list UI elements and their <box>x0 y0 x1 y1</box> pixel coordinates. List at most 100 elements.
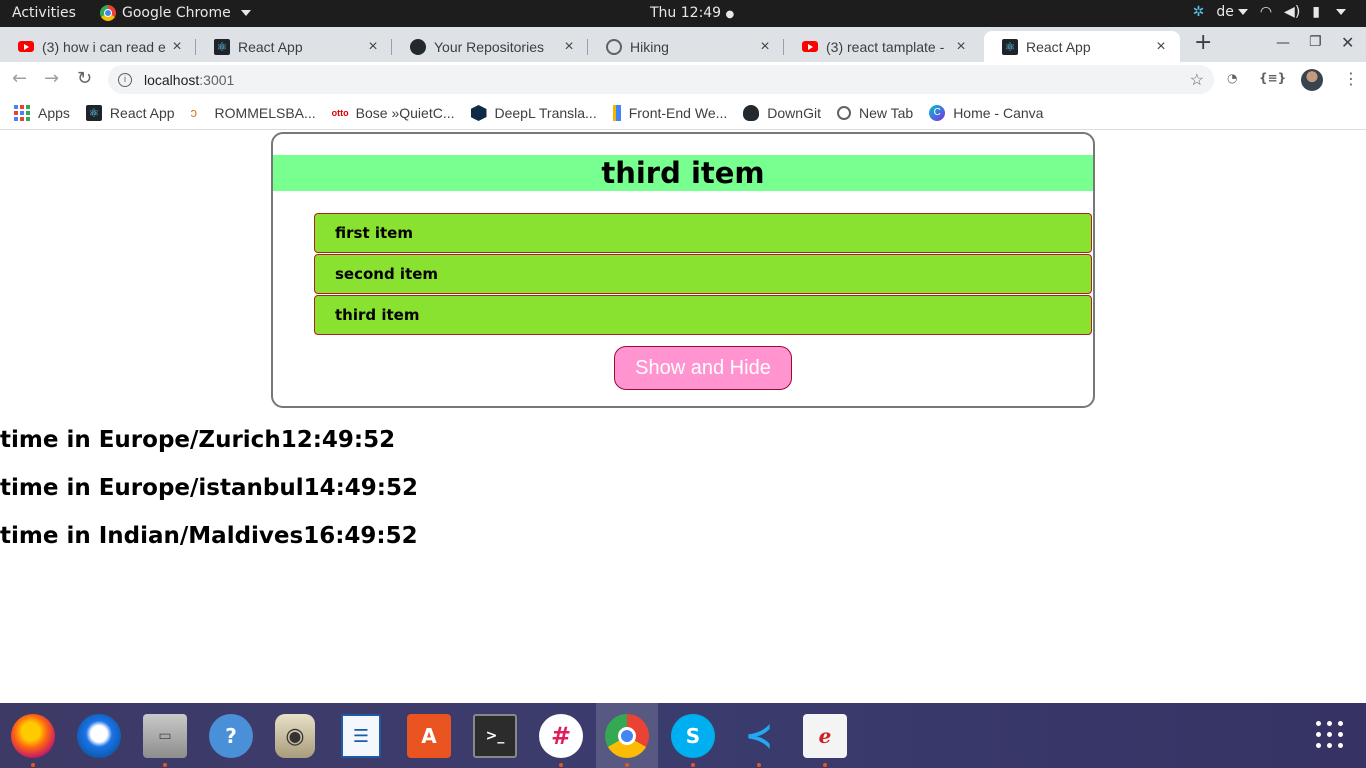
tab-hiking[interactable]: Hiking × <box>588 31 784 62</box>
bookmark-label: New Tab <box>858 105 914 121</box>
close-icon[interactable]: × <box>1152 38 1170 56</box>
bookmark-deepl[interactable]: DeepL Transla... <box>470 105 597 121</box>
show-applications-icon[interactable] <box>1316 721 1343 748</box>
bookmark-star-icon[interactable]: ☆ <box>1190 70 1204 90</box>
back-icon[interactable]: ← <box>12 68 27 89</box>
close-icon[interactable]: × <box>560 38 578 56</box>
list-item-second[interactable]: second item <box>314 254 1092 294</box>
page-content: third item first item second item third … <box>0 131 1366 703</box>
tab-react-app-1[interactable]: ⚛ React App × <box>196 31 392 62</box>
new-tab-button[interactable]: + <box>1194 30 1212 55</box>
bookmark-canva[interactable]: C Home - Canva <box>929 105 1043 121</box>
tab-label: Hiking <box>630 38 669 55</box>
bookmark-label: React App <box>109 105 175 121</box>
rhythmbox-icon[interactable]: ◉ <box>275 714 315 758</box>
software-icon[interactable]: A <box>407 714 451 758</box>
bookmark-label: DeepL Transla... <box>494 105 597 121</box>
close-icon[interactable]: × <box>952 38 970 56</box>
bookmarks-bar: Apps ⚛ React App ↄ ROMMELSBA... otto Bos… <box>0 97 1366 130</box>
react-icon: ⚛ <box>85 105 102 121</box>
profile-avatar[interactable] <box>1301 69 1323 91</box>
battery-icon[interactable]: ▮ <box>1312 4 1320 20</box>
tab-youtube-read[interactable]: (3) how i can read e × <box>0 31 196 62</box>
time-zurich: time in Europe/Zurich12:49:52 <box>0 427 396 453</box>
show-hide-button[interactable]: Show and Hide <box>614 346 792 390</box>
files-icon[interactable]: ▭ <box>143 714 187 767</box>
vscode-icon[interactable]: ≺ <box>737 714 781 767</box>
chevron-down-icon[interactable] <box>1336 9 1346 15</box>
tab-react-app-active[interactable]: ⚛ React App × <box>984 31 1180 62</box>
clock[interactable]: Thu 12:49 ● <box>650 5 734 21</box>
tab-label: (3) how i can read e <box>42 38 166 55</box>
bookmark-frontend[interactable]: Front-End We... <box>612 105 728 121</box>
evince-icon[interactable]: ℯ <box>803 714 847 767</box>
close-icon[interactable]: × <box>756 38 774 56</box>
bookmark-label: ROMMELSBA... <box>214 105 316 121</box>
canva-icon: C <box>929 105 946 121</box>
wifi-icon[interactable]: ◠ <box>1260 4 1272 20</box>
bookmark-downgit[interactable]: DownGit <box>743 105 821 121</box>
restore-icon[interactable]: ❐ <box>1309 34 1322 50</box>
apps-grid-icon <box>14 105 30 121</box>
bookmark-bose[interactable]: otto Bose »QuietC... <box>332 105 455 121</box>
bookmark-react-app[interactable]: ⚛ React App <box>85 105 175 121</box>
url-host: localhost <box>144 71 200 88</box>
downgit-icon <box>743 105 760 121</box>
tab-repositories[interactable]: Your Repositories × <box>392 31 588 62</box>
list-item-third[interactable]: third item <box>314 295 1092 335</box>
extension-icon[interactable]: ◔ <box>1227 71 1237 85</box>
tab-label: (3) react tamplate - <box>826 38 945 55</box>
accessibility-icon[interactable]: ✲ <box>1193 4 1205 20</box>
system-tray[interactable]: ✲ de ◠ ◀) ▮ <box>1193 4 1346 20</box>
tab-youtube-template[interactable]: (3) react tamplate - × <box>784 31 980 62</box>
menu-kebab-icon[interactable]: ⋮ <box>1343 69 1359 88</box>
slack-icon[interactable]: # <box>539 714 583 767</box>
item-card: third item first item second item third … <box>271 132 1095 408</box>
keyboard-layout-label: de <box>1216 4 1234 20</box>
notification-dot-icon: ● <box>725 9 735 20</box>
volume-icon[interactable]: ◀) <box>1284 4 1300 20</box>
rommelsbacher-icon: ↄ <box>190 105 198 120</box>
activities-button[interactable]: Activities <box>12 5 76 21</box>
close-icon[interactable]: × <box>364 38 382 56</box>
bookmark-apps[interactable]: Apps <box>14 105 70 121</box>
close-window-icon[interactable]: ✕ <box>1341 33 1354 52</box>
site-info-icon[interactable]: i <box>118 72 132 87</box>
bookmark-new-tab[interactable]: New Tab <box>836 105 914 121</box>
firefox-icon[interactable] <box>11 714 55 767</box>
bookmark-rommelsbacher[interactable]: ↄ ROMMELSBA... <box>191 105 316 121</box>
json-extension-icon[interactable]: {≡} <box>1259 71 1286 85</box>
reload-icon[interactable]: ↻ <box>77 68 92 89</box>
globe-icon <box>836 106 851 120</box>
chevron-down-icon <box>240 10 251 16</box>
keyboard-layout[interactable]: de <box>1216 4 1248 20</box>
minimize-icon[interactable]: — <box>1276 35 1290 51</box>
tab-strip: (3) how i can read e × ⚛ React App × You… <box>0 27 1366 62</box>
chrome-icon <box>100 5 116 21</box>
item-list: first item second item third item <box>314 213 1092 336</box>
clock-text: Thu 12:49 <box>650 5 722 21</box>
url-port: :3001 <box>199 71 235 88</box>
bookmark-label: Bose »QuietC... <box>355 105 455 121</box>
close-icon[interactable]: × <box>168 38 186 56</box>
time-list: time in Europe/Zurich12:49:52 time in Eu… <box>0 424 418 568</box>
globe-icon <box>606 38 622 55</box>
app-menu[interactable]: Google Chrome <box>100 5 251 21</box>
terminal-icon[interactable]: >_ <box>473 714 517 758</box>
thunderbird-icon[interactable] <box>77 714 121 758</box>
bookmark-label: Front-End We... <box>628 105 728 121</box>
github-icon <box>410 38 426 55</box>
otto-icon: otto <box>331 108 349 118</box>
skype-icon[interactable]: S <box>671 714 715 767</box>
writer-icon[interactable]: ☰ <box>341 714 381 758</box>
list-item-first[interactable]: first item <box>314 213 1092 253</box>
chrome-icon[interactable] <box>605 714 649 767</box>
system-top-bar: Activities Google Chrome Thu 12:49 ● ✲ d… <box>0 0 1366 27</box>
help-icon[interactable]: ? <box>209 714 253 758</box>
selected-item-title: third item <box>273 155 1093 191</box>
react-icon: ⚛ <box>1002 38 1018 55</box>
tab-label: React App <box>238 38 303 55</box>
chevron-down-icon <box>1237 9 1248 15</box>
forward-icon[interactable]: → <box>44 68 59 89</box>
address-bar[interactable]: i localhost:3001 ☆ <box>108 65 1214 94</box>
